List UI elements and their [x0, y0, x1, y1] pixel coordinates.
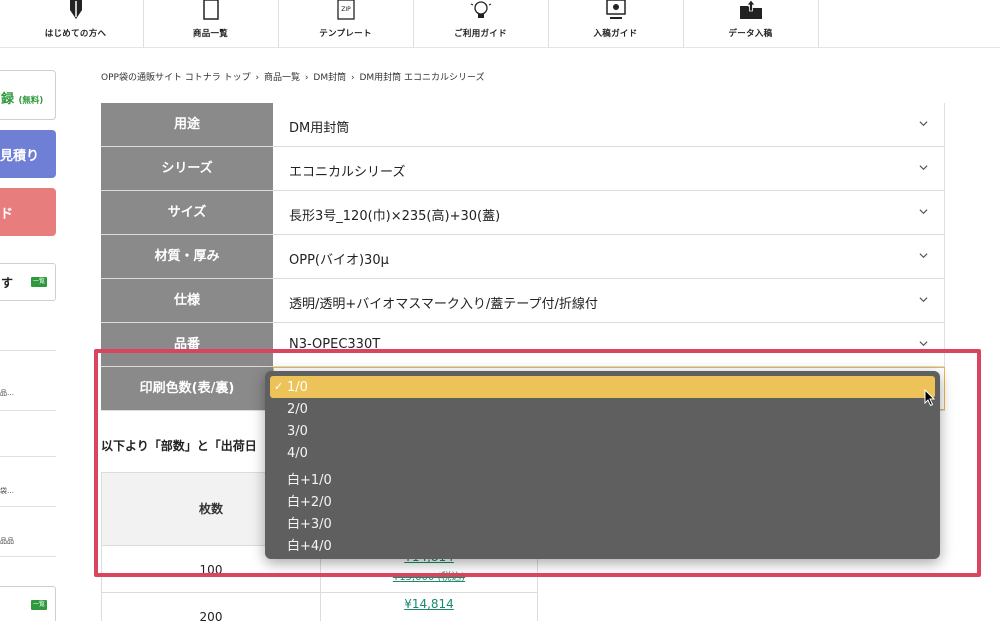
spec-select[interactable]: 透明/透明+バイオマスマーク入り/蓋テープ付/折線付: [273, 279, 945, 322]
nav-label: 入稿ガイド: [593, 29, 638, 39]
highlight-annotation-box: [94, 349, 981, 577]
breadcrumb-link[interactable]: DM封筒: [313, 73, 346, 83]
list-badge: 一覧: [31, 600, 47, 610]
table-row: 200 ¥14,814: [101, 593, 538, 621]
register-button[interactable]: 録 (無料): [0, 70, 56, 120]
sidebar-fragment[interactable]: 袋…: [0, 486, 14, 496]
option-value: エコニカルシリーズ: [289, 165, 406, 180]
option-row-usage: 用途 DM用封筒: [101, 103, 945, 147]
breadcrumb-separator: ›: [255, 73, 260, 83]
nav-label: ご利用ガイド: [454, 29, 507, 39]
nav-label: データ入稿: [728, 29, 773, 39]
option-label: 材質・厚み: [101, 235, 273, 278]
chevron-down-icon: [919, 341, 928, 347]
price-link[interactable]: ¥14,814: [320, 597, 538, 611]
breadcrumb-current: DM用封筒 エコニカルシリーズ: [359, 73, 485, 83]
option-row-series: シリーズ エコニカルシリーズ: [101, 147, 945, 191]
breadcrumb-link[interactable]: OPP袋の通販サイト コトナラ トップ: [101, 73, 251, 83]
option-label: 仕様: [101, 279, 273, 322]
usage-select[interactable]: DM用封筒: [273, 103, 945, 146]
quote-button[interactable]: 見積り: [0, 130, 56, 178]
chevron-down-icon: [919, 209, 928, 215]
option-label: サイズ: [101, 191, 273, 234]
document-icon: [202, 0, 219, 20]
zip-file-icon: ZIP: [336, 0, 355, 20]
nav-label: テンプレート: [319, 29, 372, 39]
nav-item-submission-guide[interactable]: 入稿ガイド: [548, 0, 684, 48]
nav-item-first-time[interactable]: はじめての方へ: [8, 0, 144, 48]
nav-item-data-upload[interactable]: データ入稿: [683, 0, 819, 48]
register-note: (無料): [18, 96, 44, 106]
folder-upload-icon: [739, 0, 762, 19]
series-select[interactable]: エコニカルシリーズ: [273, 147, 945, 190]
sidebar-divider: [0, 556, 56, 557]
sidebar-divider: [0, 410, 56, 411]
option-label: シリーズ: [101, 147, 273, 190]
nav-label: 商品一覧: [192, 29, 229, 39]
option-value: 透明/透明+バイオマスマーク入り/蓋テープ付/折線付: [289, 297, 598, 312]
download-button[interactable]: ド: [0, 188, 56, 236]
breadcrumb: OPP袋の通販サイト コトナラ トップ › 商品一覧 › DM封筒 › DM用封…: [101, 70, 487, 83]
list-badge: 一覧: [31, 277, 47, 287]
monitor-icon: [605, 0, 626, 19]
chevron-down-icon: [919, 165, 928, 171]
top-navigation: はじめての方へ 商品一覧 ZIP テンプレート ご利用ガイド 入稿ガイド データ…: [0, 0, 1000, 48]
chevron-down-icon: [919, 121, 928, 127]
breadcrumb-separator: ›: [350, 73, 355, 83]
download-label: ド: [0, 207, 14, 222]
nav-label: はじめての方へ: [44, 29, 107, 39]
breadcrumb-link[interactable]: 商品一覧: [264, 73, 300, 83]
material-select[interactable]: OPP(バイオ)30μ: [273, 235, 945, 278]
nav-item-products[interactable]: 商品一覧: [143, 0, 279, 48]
count-cell: 200: [199, 610, 223, 621]
chevron-down-icon: [919, 253, 928, 259]
breadcrumb-separator: ›: [304, 73, 309, 83]
option-label: 用途: [101, 103, 273, 146]
quote-label: 見積り: [0, 149, 40, 164]
shield-icon: [69, 0, 82, 19]
option-row-material: 材質・厚み OPP(バイオ)30μ: [101, 235, 945, 279]
svg-text:ZIP: ZIP: [341, 6, 351, 13]
size-select[interactable]: 長形3号_120(巾)×235(高)+30(蓋): [273, 191, 945, 234]
sidebar-divider: [0, 456, 56, 457]
chevron-down-icon: [919, 297, 928, 303]
option-value: DM用封筒: [289, 121, 350, 136]
sidebar-list-link[interactable]: す 一覧: [0, 263, 56, 301]
sidebar-list-link[interactable]: 一覧: [0, 586, 56, 621]
sidebar-list-label: す: [1, 276, 14, 290]
sidebar-fragment[interactable]: 品…: [0, 388, 14, 398]
register-label: 録: [1, 92, 15, 107]
sidebar-fragment[interactable]: 品品: [0, 536, 14, 546]
lightbulb-icon: [470, 0, 491, 18]
option-row-size: サイズ 長形3号_120(巾)×235(高)+30(蓋): [101, 191, 945, 235]
nav-item-user-guide[interactable]: ご利用ガイド: [413, 0, 549, 48]
option-value: OPP(バイオ)30μ: [289, 253, 389, 268]
option-row-spec: 仕様 透明/透明+バイオマスマーク入り/蓋テープ付/折線付: [101, 279, 945, 323]
sidebar-divider: [0, 506, 56, 507]
nav-item-templates[interactable]: ZIP テンプレート: [278, 0, 414, 48]
sidebar-divider: [0, 350, 56, 351]
option-value: 長形3号_120(巾)×235(高)+30(蓋): [289, 209, 501, 224]
